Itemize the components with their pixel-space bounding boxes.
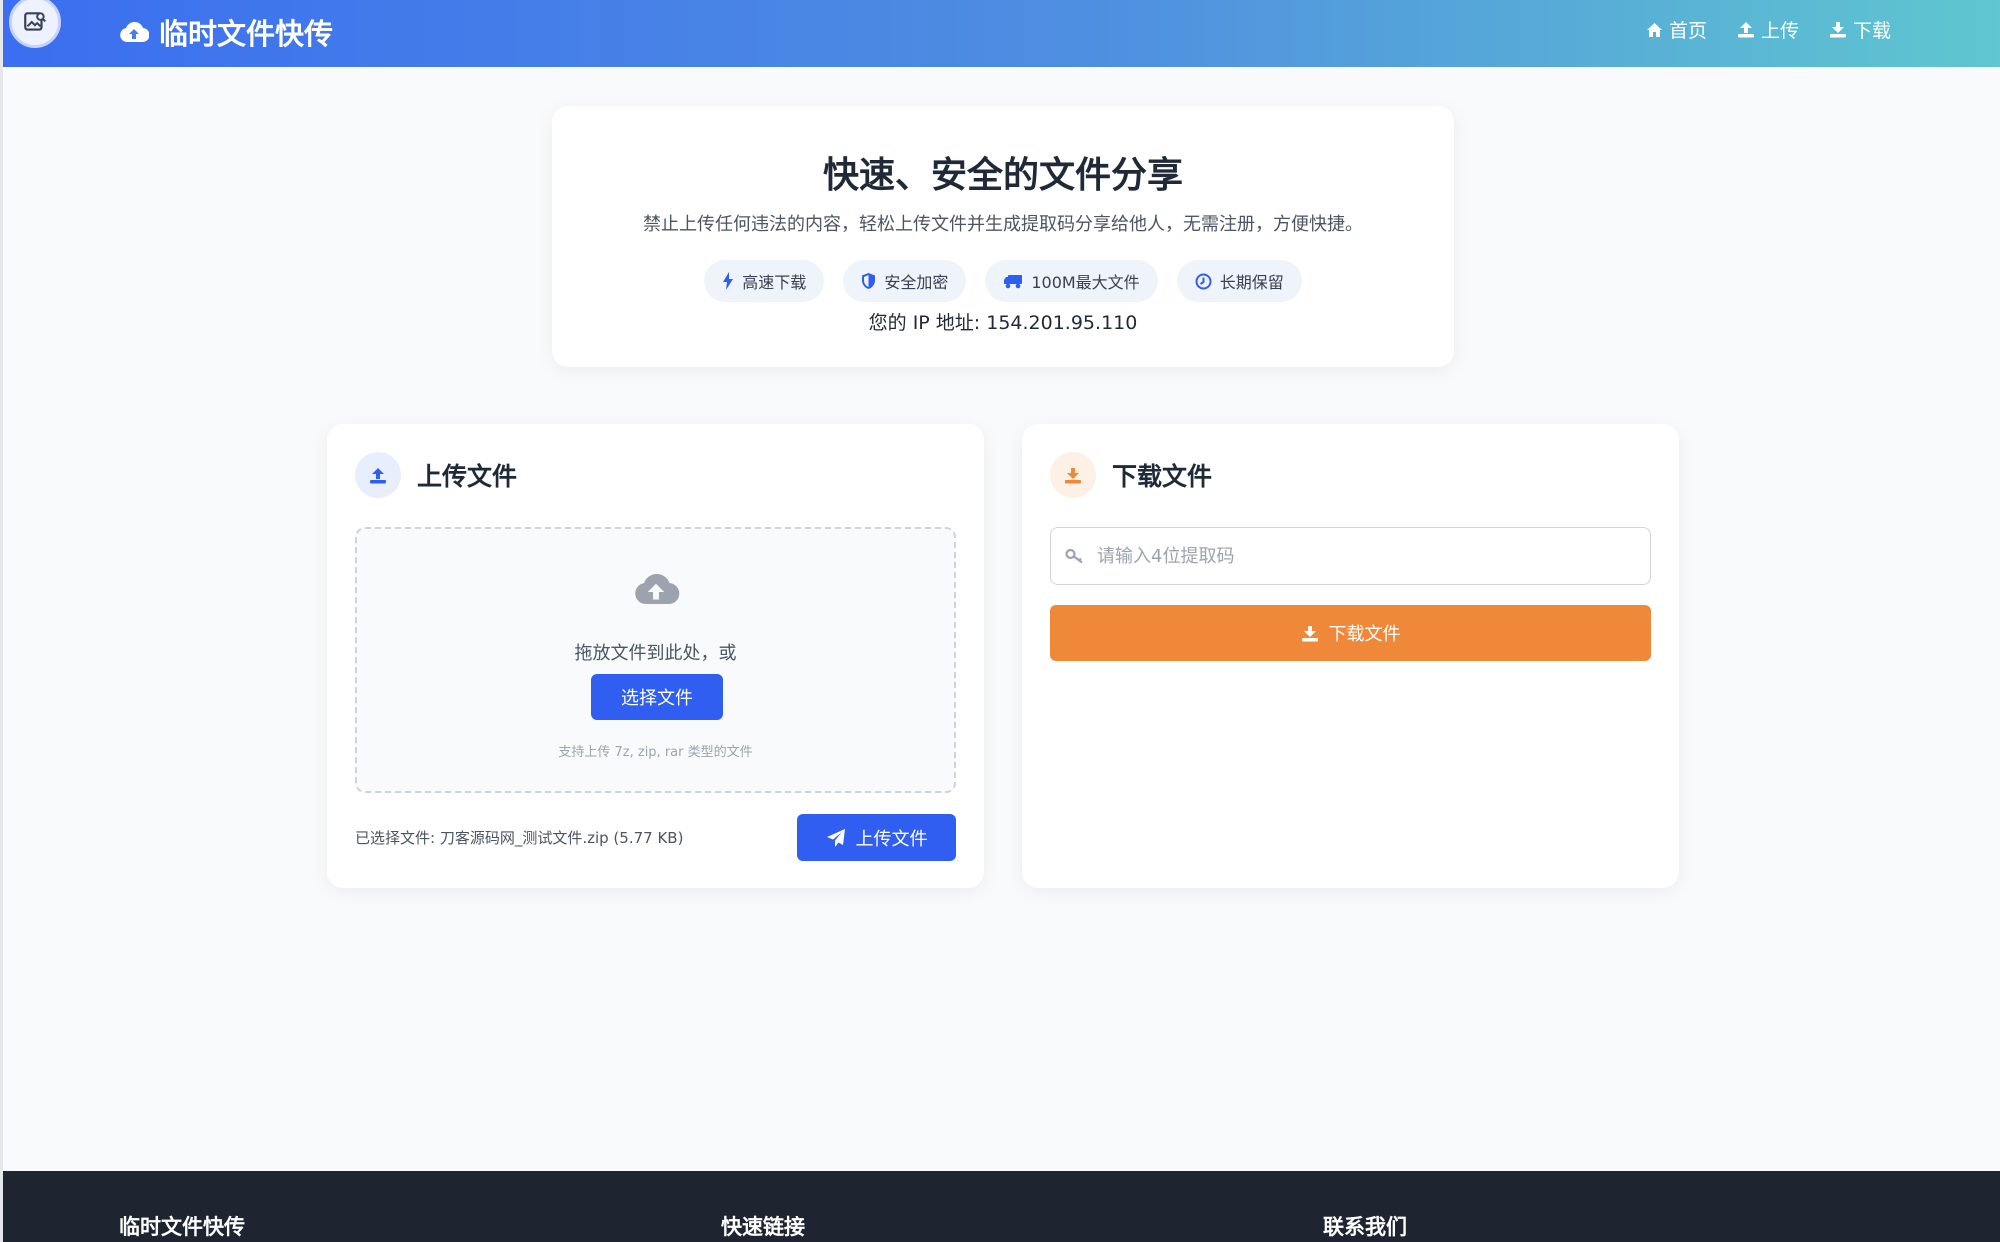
footer-brand-heading: 临时文件快传 bbox=[119, 1215, 245, 1239]
screenshot-tool-button[interactable] bbox=[9, 0, 61, 48]
upload-panel-header: 上传文件 bbox=[355, 452, 517, 498]
upload-panel-icon bbox=[355, 452, 401, 498]
nav-download[interactable]: 下载 bbox=[1829, 16, 1891, 43]
brand-name: 临时文件快传 bbox=[159, 17, 334, 51]
shield-icon bbox=[862, 273, 876, 289]
download-panel-icon bbox=[1050, 452, 1096, 498]
download-icon bbox=[1301, 625, 1318, 641]
download-icon bbox=[1065, 467, 1081, 483]
home-icon bbox=[1646, 22, 1662, 37]
upload-file-label: 上传文件 bbox=[855, 828, 928, 850]
footer-contact-heading: 联系我们 bbox=[1323, 1215, 1407, 1239]
feature-badges: 高速下载 安全加密 100M最大文件 长期保留 bbox=[552, 260, 1454, 302]
download-file-label: 下载文件 bbox=[1328, 624, 1401, 645]
download-file-button[interactable]: 下载文件 bbox=[1050, 605, 1651, 661]
page-footer: 临时文件快传 快速链接 联系我们 bbox=[3, 1171, 2000, 1242]
bolt-icon bbox=[723, 272, 734, 290]
nav-home[interactable]: 首页 bbox=[1646, 16, 1707, 43]
dropzone-text: 拖放文件到此处，或 bbox=[574, 643, 737, 664]
download-icon bbox=[1829, 22, 1846, 38]
cloud-upload-icon bbox=[634, 574, 679, 605]
main-nav: 首页 上传 下载 bbox=[1646, 16, 1891, 43]
upload-panel-title: 上传文件 bbox=[417, 462, 518, 491]
hero-card: 快速、安全的文件分享 禁止上传任何违法的内容，轻松上传文件并生成提取码分享给他人… bbox=[552, 106, 1454, 367]
extraction-code-input[interactable] bbox=[1097, 528, 1650, 584]
upload-file-button[interactable]: 上传文件 bbox=[797, 814, 956, 861]
nav-upload[interactable]: 上传 bbox=[1737, 16, 1799, 43]
ip-address: 您的 IP 地址: 154.201.95.110 bbox=[868, 312, 1138, 334]
image-search-icon bbox=[24, 12, 46, 31]
brand-logo[interactable]: 临时文件快传 bbox=[119, 12, 333, 52]
truck-icon bbox=[1004, 274, 1023, 288]
badge-label: 安全加密 bbox=[884, 273, 949, 292]
file-type-hint: 支持上传 7z, zip, rar 类型的文件 bbox=[558, 745, 753, 760]
extraction-code-field bbox=[1050, 527, 1651, 585]
upload-icon bbox=[1737, 22, 1754, 38]
badge-label: 高速下载 bbox=[742, 273, 807, 292]
nav-upload-label: 上传 bbox=[1760, 20, 1799, 42]
footer-quick-links-heading: 快速链接 bbox=[721, 1215, 805, 1239]
badge-label: 100M最大文件 bbox=[1031, 273, 1140, 292]
clock-icon bbox=[1195, 273, 1212, 289]
upload-icon bbox=[370, 467, 386, 483]
choose-file-button[interactable]: 选择文件 bbox=[591, 674, 723, 720]
download-panel: 下载文件 下载文件 bbox=[1022, 424, 1679, 888]
hero-title: 快速、安全的文件分享 bbox=[822, 155, 1183, 196]
cloud-upload-icon bbox=[120, 22, 149, 43]
download-panel-header: 下载文件 bbox=[1050, 452, 1212, 498]
selected-file-info: 已选择文件: 刀客源码网_测试文件.zip (5.77 KB) bbox=[355, 829, 684, 847]
upload-panel: 上传文件 拖放文件到此处，或 选择文件 支持上传 7z, zip, rar 类型… bbox=[327, 424, 984, 888]
nav-home-label: 首页 bbox=[1668, 20, 1707, 42]
badge-label: 长期保留 bbox=[1219, 273, 1284, 292]
nav-download-label: 下载 bbox=[1852, 20, 1891, 42]
download-panel-title: 下载文件 bbox=[1112, 462, 1213, 491]
badge-long-retention: 长期保留 bbox=[1176, 260, 1302, 302]
badge-fast-download: 高速下载 bbox=[704, 260, 825, 302]
hero-description: 禁止上传任何违法的内容，轻松上传文件并生成提取码分享给他人，无需注册，方便快捷。 bbox=[643, 214, 1363, 235]
paper-plane-icon bbox=[826, 828, 845, 847]
top-header: 临时文件快传 首页 上传 下载 bbox=[3, 0, 2000, 67]
badge-encryption: 安全加密 bbox=[843, 260, 967, 302]
badge-max-size: 100M最大文件 bbox=[985, 260, 1158, 302]
file-dropzone[interactable]: 拖放文件到此处，或 选择文件 支持上传 7z, zip, rar 类型的文件 bbox=[355, 527, 956, 793]
key-icon bbox=[1065, 548, 1083, 564]
